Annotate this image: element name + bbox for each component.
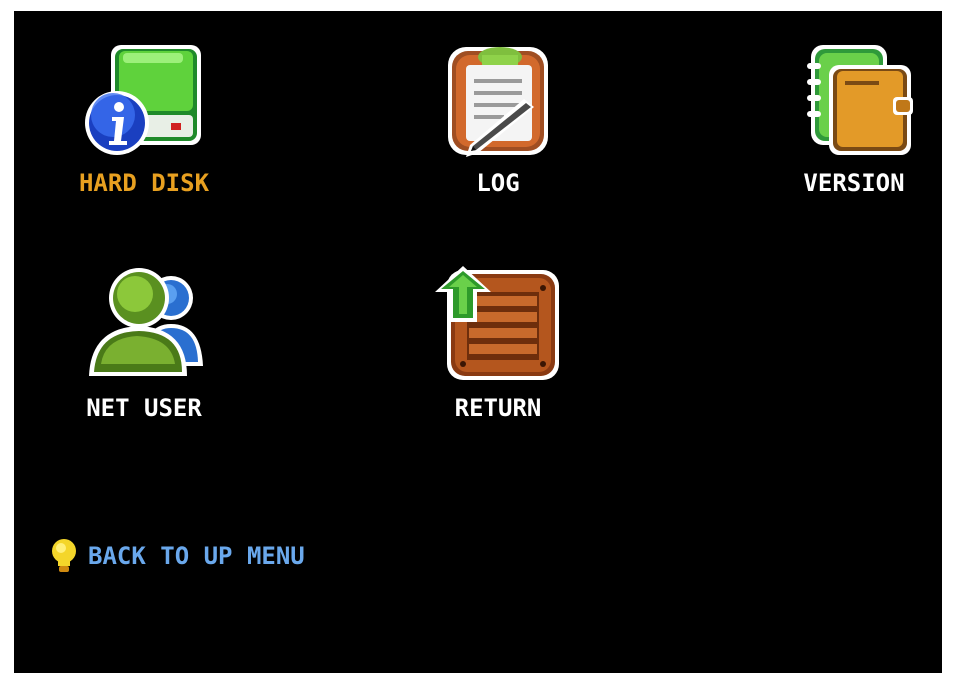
back-to-up-menu-hint[interactable]: BACK TO UP MENU: [48, 536, 305, 576]
menu-item-log[interactable]: LOG: [398, 41, 598, 241]
menu-item-net-user[interactable]: NET USER: [44, 266, 244, 466]
menu-label-return: RETURN: [454, 394, 542, 422]
hint-text: BACK TO UP MENU: [88, 542, 305, 570]
menu-label-log: LOG: [476, 169, 520, 197]
return-crate-arrow-icon: [435, 266, 559, 380]
menu-label-hard-disk: HARD DISK: [78, 169, 210, 197]
users-icon: [89, 268, 203, 376]
menu-item-version[interactable]: VERSION: [754, 41, 942, 241]
lightbulb-icon: [52, 539, 76, 572]
notebook-version-icon: [807, 45, 913, 155]
system-info-menu-screen: HARD DISK LOG VERSION NET USER RETURN BA…: [14, 11, 942, 673]
hard-disk-info-icon: [85, 45, 201, 155]
menu-label-version: VERSION: [803, 169, 905, 197]
menu-label-net-user: NET USER: [86, 394, 202, 422]
clipboard-log-icon: [448, 47, 548, 157]
menu-item-hard-disk[interactable]: HARD DISK: [44, 41, 244, 241]
menu-item-return[interactable]: RETURN: [398, 266, 598, 466]
